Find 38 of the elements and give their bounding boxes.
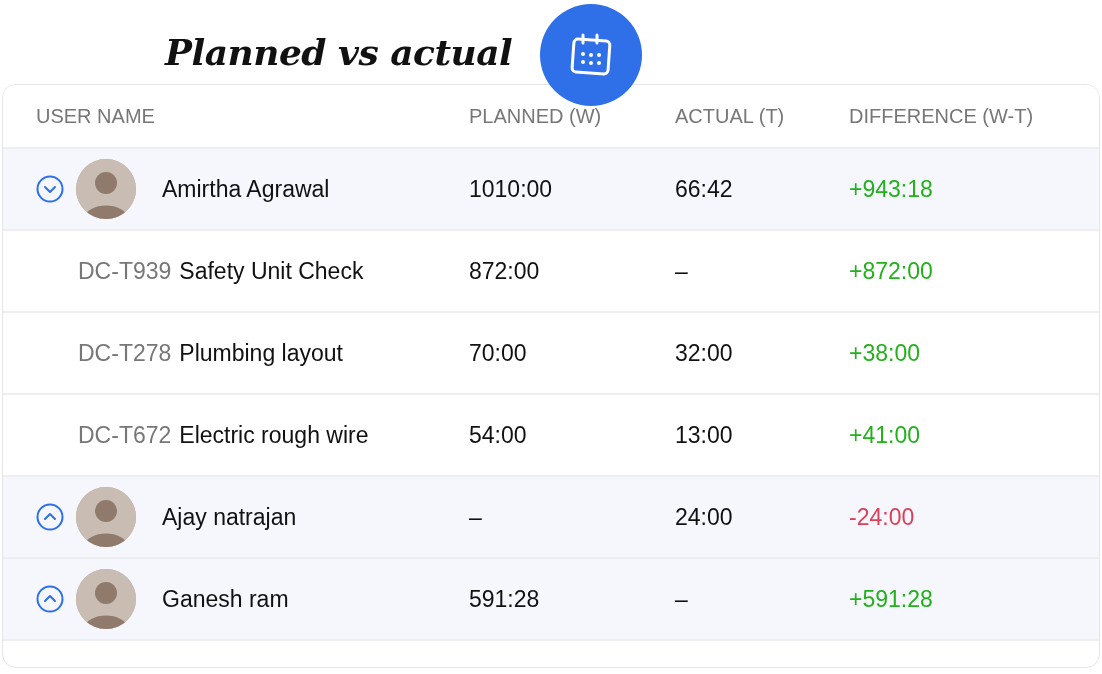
- user-name: Ganesh ram: [162, 585, 289, 613]
- actual-value: 32:00: [675, 339, 734, 367]
- user-name: Ajay natrajan: [162, 503, 297, 531]
- column-header: PLANNED (W): [469, 104, 603, 128]
- task-name: Plumbing layout: [179, 339, 343, 367]
- column-header: USER NAME: [36, 104, 156, 128]
- planned-value: 70:00: [469, 339, 528, 367]
- planned-value: 872:00: [469, 257, 541, 285]
- avatar: [76, 487, 136, 547]
- planned-value: 591:28: [469, 585, 541, 613]
- task-id: DC-T672: [78, 421, 172, 449]
- planned-value: –: [469, 503, 483, 531]
- avatar: [76, 569, 136, 629]
- task-id: DC-T278: [78, 339, 172, 367]
- difference-value: +872:00: [849, 257, 934, 285]
- planned-value: 1010:00: [469, 175, 554, 203]
- task-id: DC-T939: [78, 257, 172, 285]
- column-header: ACTUAL (T): [675, 104, 786, 128]
- page-title: Planned vs actual: [165, 31, 513, 73]
- task-name: Electric rough wire: [179, 421, 369, 449]
- chevron-up-icon[interactable]: [36, 585, 64, 613]
- actual-value: 24:00: [675, 503, 734, 531]
- planned-value: 54:00: [469, 421, 528, 449]
- difference-value: +943:18: [849, 175, 934, 203]
- actual-value: 13:00: [675, 421, 734, 449]
- avatar: [76, 159, 136, 219]
- actual-value: 66:42: [675, 175, 734, 203]
- difference-value: +41:00: [849, 421, 921, 449]
- task-name: Safety Unit Check: [179, 257, 364, 285]
- column-header: DIFFERENCE (W-T): [849, 104, 1035, 128]
- difference-value: -24:00: [849, 503, 916, 531]
- difference-value: +591:28: [849, 585, 934, 613]
- actual-value: –: [675, 585, 689, 613]
- chevron-up-icon[interactable]: [36, 503, 64, 531]
- difference-value: +38:00: [849, 339, 921, 367]
- actual-value: –: [675, 257, 689, 285]
- user-name: Amirtha Agrawal: [162, 175, 330, 203]
- chevron-down-icon[interactable]: [36, 175, 64, 203]
